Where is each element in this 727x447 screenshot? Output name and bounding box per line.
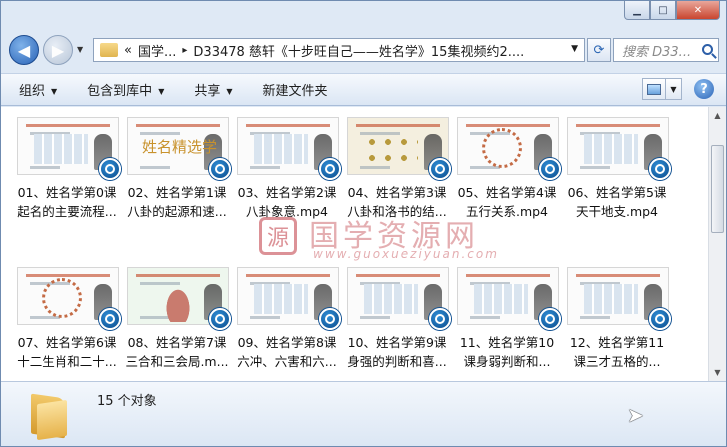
breadcrumb-separator[interactable]: ▸: [182, 45, 187, 56]
file-name: 11、姓名学第10 课身弱判断和...: [451, 333, 563, 371]
file-name: 10、姓名学第9课 身强的判断和喜...: [341, 333, 453, 371]
back-button[interactable]: ◀: [9, 35, 39, 65]
caption-buttons: ▁ □ ✕: [624, 1, 720, 20]
forward-button[interactable]: ▶: [43, 35, 73, 65]
breadcrumb-segment-guoxue[interactable]: 国学...: [138, 41, 176, 60]
video-player-icon: [319, 158, 341, 180]
video-player-icon: [539, 158, 561, 180]
video-player-icon: [209, 308, 231, 330]
video-player-icon: [649, 308, 671, 330]
file-name: 02、姓名学第1课 八卦的起源和速...: [121, 183, 233, 221]
new-folder-button[interactable]: 新建文件夹: [263, 80, 328, 99]
file-name: 05、姓名学第4课 五行关系.mp4: [451, 183, 563, 221]
view-options-dropdown[interactable]: ▼: [666, 78, 682, 100]
file-name-line1: 06、姓名学第5课: [567, 185, 667, 200]
search-placeholder: 搜索 D33...: [622, 44, 692, 60]
command-bar: 组织 ▼ 包含到库中 ▼ 共享 ▼ 新建文件夹 ▼ ?: [1, 73, 726, 106]
chevron-down-icon: ▼: [51, 87, 58, 96]
minimize-button[interactable]: ▁: [624, 1, 650, 20]
file-name: 09、姓名学第8课 六冲、六害和六...: [231, 333, 343, 371]
change-view-button[interactable]: [642, 78, 666, 100]
folder-icon: [31, 392, 71, 441]
file-name: 03、姓名学第2课 八卦象意.mp4: [231, 183, 343, 221]
file-name-line1: 07、姓名学第6课: [17, 335, 117, 350]
recent-pages-dropdown[interactable]: ▼: [77, 45, 83, 54]
video-player-icon: [319, 308, 341, 330]
file-name-line2: 六冲、六害和六...: [237, 354, 337, 369]
file-list: 源 国学资源网 www.guoxueziyuan.com 01、姓名学第0课 起名…: [1, 107, 708, 381]
file-name-line2: 五行关系.mp4: [465, 204, 549, 219]
refresh-button[interactable]: ⟳: [587, 38, 611, 62]
video-player-icon: [429, 158, 451, 180]
file-name-line1: 11、姓名学第10: [459, 335, 555, 350]
file-name-line2: 八卦象意.mp4: [245, 204, 329, 219]
organize-menu[interactable]: 组织 ▼: [19, 80, 57, 99]
address-dropdown-icon[interactable]: ▼: [571, 44, 578, 54]
include-in-library-menu[interactable]: 包含到库中 ▼: [87, 80, 164, 99]
file-name-line1: 10、姓名学第9课: [347, 335, 447, 350]
video-player-icon: [99, 308, 121, 330]
vertical-scrollbar[interactable]: ▲ ▼: [708, 107, 726, 381]
scrollbar-thumb[interactable]: [711, 145, 724, 233]
include-in-library-label: 包含到库中: [87, 84, 153, 99]
navigation-bar: ◀ ▶ ▼ « 国学... ▸ D33478 慈轩《十步旺自己——姓名学》15集…: [9, 33, 719, 67]
file-name: 12、姓名学第11 课三才五格的...: [561, 333, 673, 371]
file-name: 07、姓名学第6课 十二生肖和二十...: [11, 333, 123, 371]
view-icon: [647, 83, 661, 95]
mouse-cursor-icon: ➤: [627, 403, 644, 427]
chevron-down-icon: ▼: [158, 87, 165, 96]
file-name-line1: 04、姓名学第3课: [347, 185, 447, 200]
chevron-down-icon: ▼: [226, 87, 233, 96]
maximize-button[interactable]: □: [650, 1, 676, 20]
share-menu[interactable]: 共享 ▼: [194, 80, 232, 99]
close-button[interactable]: ✕: [676, 1, 720, 20]
video-player-icon: [209, 158, 231, 180]
file-name-line1: 02、姓名学第1课: [127, 185, 227, 200]
video-player-icon: [649, 158, 671, 180]
share-label: 共享: [194, 84, 221, 99]
file-name-line2: 起名的主要流程...: [17, 204, 117, 219]
address-bar[interactable]: « 国学... ▸ D33478 慈轩《十步旺自己——姓名学》15集视频约2..…: [93, 38, 585, 62]
file-name: 08、姓名学第7课 三合和三会局.m...: [121, 333, 233, 371]
toolbar-right: ▼ ?: [642, 78, 714, 100]
file-name-line2: 十二生肖和二十...: [17, 354, 117, 369]
file-name-line2: 八卦和洛书的结...: [347, 204, 447, 219]
watermark-logo: 源: [259, 217, 297, 255]
folder-icon: [100, 43, 118, 57]
help-button[interactable]: ?: [694, 79, 714, 99]
watermark-url: www.guoxueziyuan.com: [313, 247, 499, 261]
thumbnail-title: 姓名精选学: [142, 138, 218, 156]
video-player-icon: [99, 158, 121, 180]
file-name-line1: 08、姓名学第7课: [127, 335, 227, 350]
file-name-line2: 三合和三会局.m...: [125, 354, 229, 369]
file-name-line1: 03、姓名学第2课: [237, 185, 337, 200]
file-name: 04、姓名学第3课 八卦和洛书的结...: [341, 183, 453, 221]
file-name-line2: 课三才五格的...: [573, 354, 661, 369]
search-icon[interactable]: [702, 44, 713, 55]
video-player-icon: [539, 308, 561, 330]
file-name-line1: 12、姓名学第11: [569, 335, 665, 350]
address-chevron[interactable]: «: [124, 43, 132, 58]
file-name-line1: 05、姓名学第4课: [457, 185, 557, 200]
item-count: 15 个对象: [97, 394, 157, 409]
file-name-line2: 天干地支.mp4: [575, 204, 659, 219]
organize-label: 组织: [19, 84, 46, 99]
scroll-up-arrow[interactable]: ▲: [709, 107, 726, 124]
file-name-line2: 八卦的起源和速...: [127, 204, 227, 219]
breadcrumb-segment-current[interactable]: D33478 慈轩《十步旺自己——姓名学》15集视频约2....: [193, 41, 524, 60]
file-name-line1: 01、姓名学第0课: [17, 185, 117, 200]
video-player-icon: [429, 308, 451, 330]
search-input[interactable]: 搜索 D33...: [613, 38, 719, 62]
scroll-down-arrow[interactable]: ▼: [709, 364, 726, 381]
file-name: 01、姓名学第0课 起名的主要流程...: [11, 183, 123, 221]
explorer-window: ▁ □ ✕ ◀ ▶ ▼ « 国学... ▸ D33478 慈轩《十步旺自己——姓…: [0, 0, 727, 447]
file-name-line2: 身强的判断和喜...: [347, 354, 447, 369]
file-name-line1: 09、姓名学第8课: [237, 335, 337, 350]
file-name-line2: 课身弱判断和...: [463, 354, 551, 369]
details-pane: 15 个对象: [1, 381, 726, 446]
file-name: 06、姓名学第5课 天干地支.mp4: [561, 183, 673, 221]
